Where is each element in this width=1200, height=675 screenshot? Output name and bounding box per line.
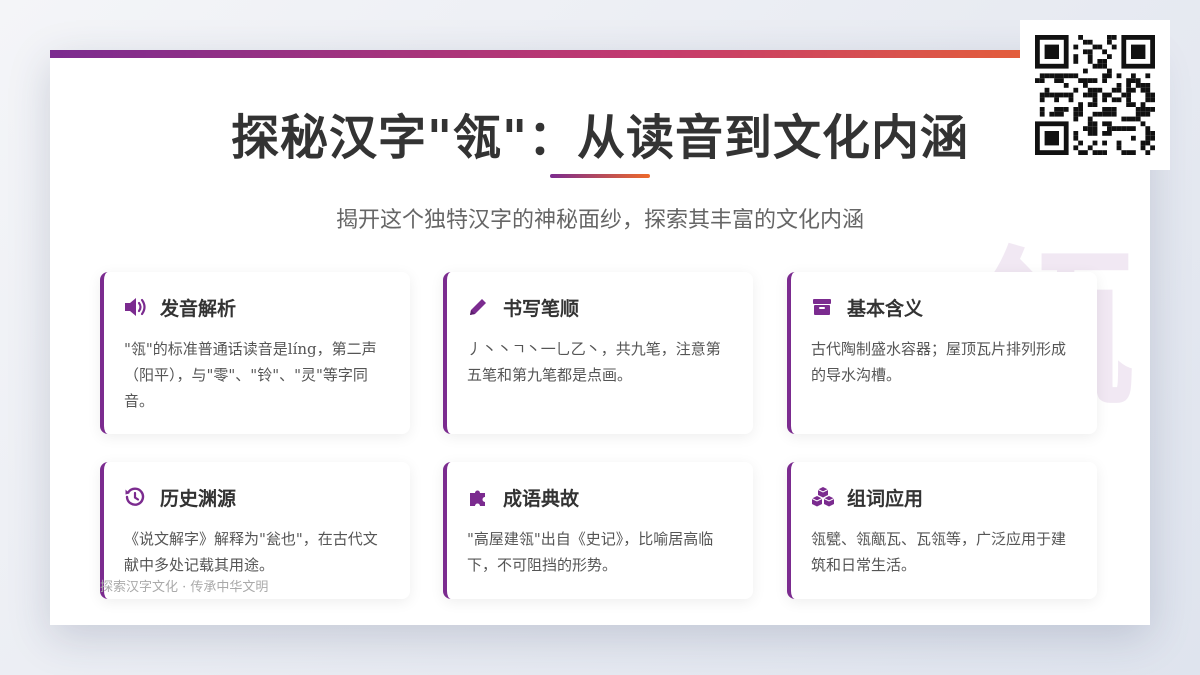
history-icon — [124, 486, 150, 508]
cubes-icon — [811, 486, 837, 508]
top-gradient-bar — [50, 50, 1150, 58]
card-word-usage: 组词应用 瓴甓、瓴甋瓦、瓦瓴等，广泛应用于建筑和日常生活。 — [787, 462, 1097, 599]
card-title: 基本含义 — [847, 297, 924, 320]
card-idiom: 成语典故 "高屋建瓴"出自《史记》，比喻居高临下，不可阻挡的形势。 — [443, 462, 753, 599]
card-text: "高屋建瓴"出自《史记》，比喻居高临下，不可阻挡的形势。 — [467, 530, 714, 574]
card-title: 组词应用 — [847, 487, 924, 510]
card-text: 丿丶丶ㄱ丶一乚乙丶，共九笔，注意第五笔和第九笔都是点画。 — [467, 340, 721, 384]
slide: 探秘汉字"瓴"：从读音到文化内涵 揭开这个独特汉字的神秘面纱，探索其丰富的文化内… — [50, 50, 1150, 625]
card-title: 书写笔顺 — [503, 297, 580, 320]
qr-code-icon — [1020, 20, 1170, 170]
card-text: 瓴甓、瓴甋瓦、瓦瓴等，广泛应用于建筑和日常生活。 — [811, 530, 1067, 574]
archive-box-icon — [811, 296, 837, 318]
card-text: 《说文解字》解释为"瓮也"，在古代文献中多处记载其用途。 — [124, 530, 378, 574]
card-title: 成语典故 — [503, 487, 580, 510]
card-text: "瓴"的标准普通话读音是líng，第二声（阳平），与"零"、"铃"、"灵"等字同… — [124, 340, 377, 410]
card-text: 古代陶制盛水容器；屋顶瓦片排列形成的导水沟槽。 — [811, 340, 1067, 384]
page-title: 探秘汉字"瓴"：从读音到文化内涵 — [230, 110, 970, 166]
title-underline — [550, 174, 650, 178]
card-pronunciation: 发音解析 "瓴"的标准普通话读音是líng，第二声（阳平），与"零"、"铃"、"… — [100, 272, 410, 434]
puzzle-icon — [467, 486, 493, 508]
card-meaning: 基本含义 古代陶制盛水容器；屋顶瓦片排列形成的导水沟槽。 — [787, 272, 1097, 434]
card-title: 历史渊源 — [160, 487, 237, 510]
card-title: 发音解析 — [160, 297, 237, 320]
volume-icon — [124, 296, 150, 318]
pencil-icon — [467, 296, 493, 318]
footer-text: 探索汉字文化 · 传承中华文明 — [100, 580, 269, 595]
card-stroke-order: 书写笔顺 丿丶丶ㄱ丶一乚乙丶，共九笔，注意第五笔和第九笔都是点画。 — [443, 272, 753, 434]
